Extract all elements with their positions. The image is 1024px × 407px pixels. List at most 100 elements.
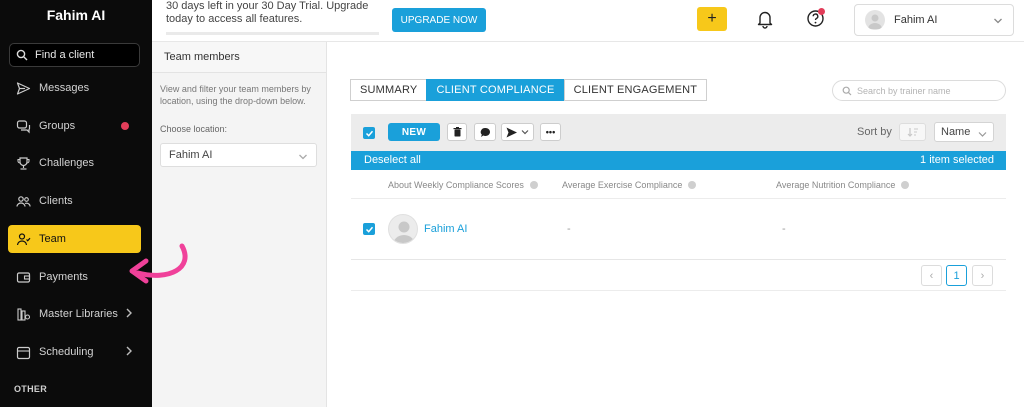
location-select[interactable]: Fahim AI (160, 143, 317, 167)
delete-button[interactable] (447, 123, 467, 141)
send-dropdown-button[interactable] (501, 123, 534, 141)
table-toolbar: NEW ••• Sort by Name (351, 114, 1006, 151)
tab-client-engagement[interactable]: CLIENT ENGAGEMENT (563, 79, 708, 101)
location-value: Fahim AI (169, 149, 213, 161)
brand-name: Fahim AI (46, 7, 106, 23)
search-placeholder: Search by trainer name (857, 85, 951, 96)
search-icon (842, 86, 852, 95)
sidebar-item-payments[interactable]: Payments (8, 263, 141, 291)
chevron-right-icon (125, 345, 133, 360)
pagination-prev-button[interactable]: ‹ (921, 265, 942, 286)
info-icon[interactable] (901, 181, 910, 189)
more-options-button[interactable]: ••• (540, 123, 561, 141)
chevron-down-icon (978, 129, 987, 141)
avatar (388, 214, 418, 244)
chat-bubbles-icon (15, 118, 31, 134)
sidebar-item-challenges[interactable]: Challenges (8, 149, 141, 177)
calendar-icon (15, 344, 31, 360)
sidebar-item-label: Groups (39, 120, 76, 132)
team-icon (15, 231, 31, 247)
trash-icon (453, 127, 461, 137)
filter-panel: Team members View and filter your team m… (152, 42, 327, 407)
sidebar-item-label: Challenges (39, 157, 95, 169)
sidebar-item-scheduling[interactable]: Scheduling (8, 338, 141, 366)
client-name-link[interactable]: Fahim AI (424, 223, 467, 235)
sidebar-item-clients[interactable]: Clients (8, 187, 141, 215)
column-header-exercise-compliance[interactable]: Average Exercise Compliance (562, 180, 697, 190)
checkmark-icon (365, 130, 373, 137)
select-all-checkbox[interactable] (363, 127, 375, 139)
people-icon (15, 193, 31, 209)
table-header: About Weekly Compliance Scores Average E… (351, 170, 1006, 199)
library-icon (15, 306, 31, 322)
wallet-icon (15, 269, 31, 285)
sort-value: Name (941, 126, 971, 138)
pagination-next-button[interactable]: › (972, 265, 993, 286)
trophy-icon (15, 155, 31, 171)
notification-dot (121, 122, 129, 130)
info-icon[interactable] (529, 181, 538, 189)
tab-summary[interactable]: SUMMARY (350, 79, 428, 101)
sidebar-item-label: Team (39, 233, 66, 245)
pagination-page-1[interactable]: 1 (946, 265, 967, 286)
column-header-label: Average Nutrition Compliance (776, 180, 896, 190)
exercise-compliance-value: - (567, 223, 571, 235)
new-button[interactable]: NEW (388, 123, 440, 141)
chat-icon (480, 127, 490, 137)
help-notification-dot (818, 8, 825, 15)
checkmark-icon (365, 226, 373, 233)
sort-label: Sort by (857, 126, 892, 138)
find-client-label: Find a client (35, 49, 95, 61)
sidebar-item-label: Scheduling (39, 346, 94, 358)
trial-notice: 30 days left in your 30 Day Trial. Upgra… (166, 0, 369, 25)
sort-select[interactable]: Name (934, 122, 994, 142)
user-name: Fahim AI (894, 14, 938, 26)
info-icon[interactable] (688, 181, 697, 189)
chevron-down-icon (993, 16, 1003, 28)
sort-direction-button[interactable] (899, 123, 926, 141)
trainer-search-input[interactable]: Search by trainer name (832, 80, 1006, 101)
sidebar-item-label: Payments (39, 271, 88, 283)
add-button[interactable]: + (697, 7, 727, 31)
search-icon (16, 49, 28, 61)
sidebar-item-label: Clients (39, 195, 73, 207)
location-label: Choose location: (160, 124, 228, 134)
send-icon (506, 127, 517, 137)
chevron-down-icon (521, 130, 529, 135)
bell-icon[interactable] (756, 9, 774, 34)
sidebar-item-master-libraries[interactable]: Master Libraries (8, 300, 141, 328)
pointer-arrow-annotation (129, 243, 188, 284)
column-header-weekly-compliance[interactable]: About Weekly Compliance Scores (388, 180, 538, 190)
selected-count: 1 item selected (920, 154, 994, 166)
tab-bar: SUMMARY CLIENT COMPLIANCE CLIENT ENGAGEM… (350, 79, 708, 101)
app-root: Fahim AI Find a client Messages Groups C… (0, 0, 1024, 407)
nutrition-compliance-value: - (782, 223, 786, 235)
upgrade-now-button[interactable]: UPGRADE NOW (392, 8, 486, 32)
table-row[interactable]: Fahim AI - - (351, 199, 1006, 260)
divider (351, 290, 1006, 291)
find-client-search[interactable]: Find a client (9, 43, 140, 67)
sidebar-item-messages[interactable]: Messages (8, 74, 141, 102)
chevron-right-icon (125, 307, 133, 322)
top-bar: 30 days left in your 30 Day Trial. Upgra… (152, 0, 1024, 42)
tab-client-compliance[interactable]: CLIENT COMPLIANCE (426, 79, 565, 101)
row-checkbox[interactable] (363, 223, 375, 235)
column-header-label: About Weekly Compliance Scores (388, 180, 524, 190)
panel-title: Team members (152, 42, 326, 73)
sort-descending-icon (907, 128, 918, 137)
sidebar: Fahim AI Find a client Messages Groups C… (0, 0, 152, 407)
send-icon (15, 80, 31, 96)
column-header-label: Average Exercise Compliance (562, 180, 683, 190)
user-menu[interactable]: Fahim AI (854, 4, 1014, 36)
sidebar-item-groups[interactable]: Groups (8, 112, 141, 140)
avatar (865, 10, 885, 30)
message-button[interactable] (474, 123, 496, 141)
sidebar-section-other: OTHER (14, 384, 47, 394)
chevron-down-icon (298, 152, 308, 164)
deselect-all-link[interactable]: Deselect all (364, 154, 421, 166)
sidebar-item-label: Messages (39, 82, 90, 94)
column-header-nutrition-compliance[interactable]: Average Nutrition Compliance (776, 180, 910, 190)
trial-progress-bar (166, 32, 379, 35)
sidebar-item-label: Master Libraries (39, 308, 118, 320)
sidebar-item-team[interactable]: Team (8, 225, 141, 253)
